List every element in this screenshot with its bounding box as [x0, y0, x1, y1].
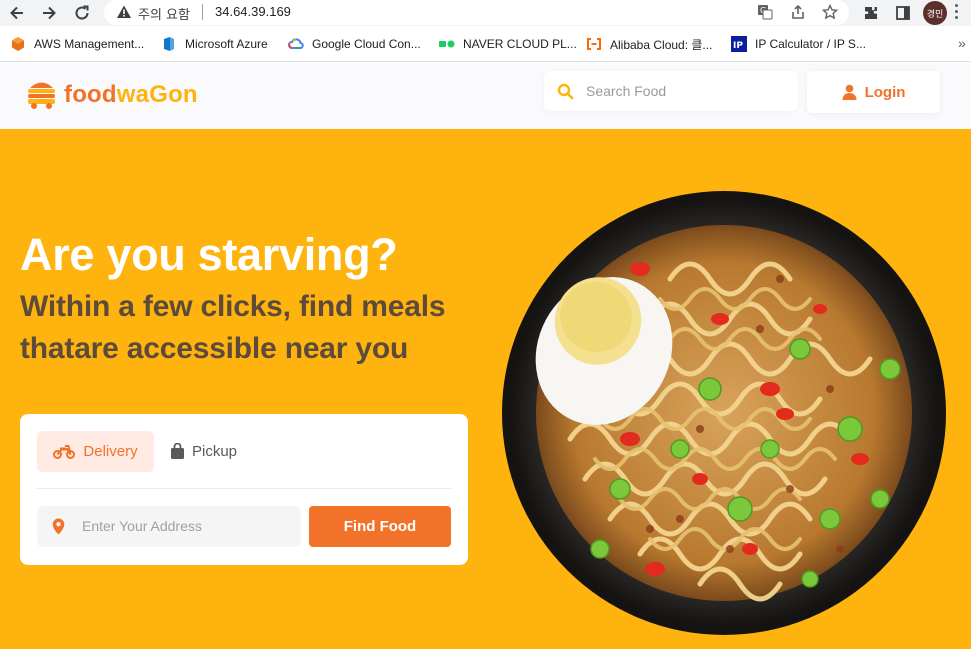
reload-button[interactable]	[70, 1, 94, 25]
ramen-bowl-image	[502, 191, 946, 635]
foodwagon-logo[interactable]: foodwaGon	[27, 79, 198, 111]
security-status-text[interactable]: 주의 요함	[138, 4, 190, 23]
bookmark-google-cloud[interactable]: Google Cloud Con...	[288, 36, 421, 52]
bookmark-ip-calculator[interactable]: IP IP Calculator / IP S...	[731, 36, 866, 52]
login-button[interactable]: Login	[807, 71, 940, 113]
tab-delivery[interactable]: Delivery	[37, 431, 154, 472]
bookmark-naver-cloud[interactable]: NAVER CLOUD PL...	[439, 36, 577, 52]
hero-title: Are you starving?	[20, 229, 398, 280]
reload-icon	[75, 5, 89, 20]
url-text[interactable]: 34.64.39.169	[215, 4, 291, 19]
location-pin-icon	[52, 518, 65, 540]
tab-delivery-label: Delivery	[83, 443, 138, 460]
ip-calculator-icon: IP	[731, 36, 747, 52]
bookmark-label: NAVER CLOUD PL...	[463, 37, 577, 51]
motorbike-icon	[53, 444, 76, 459]
bookmark-label: IP Calculator / IP S...	[755, 37, 866, 51]
side-panel-icon[interactable]	[892, 2, 914, 24]
bookmark-label: Microsoft Azure	[185, 37, 268, 51]
browser-toolbar: 주의 요함 34.64.39.169 G 경민	[0, 0, 971, 26]
bookmark-aws[interactable]: AWS Management...	[10, 36, 144, 52]
share-icon[interactable]	[789, 3, 807, 21]
address-input[interactable]: Enter Your Address	[37, 506, 301, 547]
logo-text-wagon: waGon	[116, 81, 198, 108]
login-label: Login	[864, 83, 906, 101]
address-placeholder: Enter Your Address	[82, 518, 202, 534]
kebab-menu-icon[interactable]	[955, 4, 959, 20]
alibaba-cloud-icon	[586, 36, 602, 52]
forward-button[interactable]	[37, 1, 61, 25]
logo-text-food: food	[64, 81, 117, 108]
aws-icon	[10, 36, 26, 52]
bookmark-alibaba-cloud[interactable]: Alibaba Cloud: 클...	[586, 36, 712, 52]
svg-text:IP: IP	[733, 41, 743, 51]
find-food-button[interactable]: Find Food	[309, 506, 451, 547]
site-header: foodwaGon Search Food Login	[0, 63, 971, 129]
search-placeholder: Search Food	[586, 83, 667, 99]
delivery-search-card: Delivery Pickup Enter Your Address Find …	[20, 414, 468, 565]
food-search-input[interactable]: Search Food	[544, 71, 798, 111]
translate-icon[interactable]: G	[756, 3, 774, 21]
bookmark-azure[interactable]: Microsoft Azure	[161, 36, 268, 52]
google-cloud-icon	[288, 36, 304, 52]
search-icon	[557, 83, 574, 105]
back-button[interactable]	[5, 1, 29, 25]
logo-text: foodwaGon	[64, 81, 198, 109]
back-arrow-icon	[10, 6, 23, 20]
hero-subtitle: Within a few clicks, find meals thatare …	[20, 290, 446, 365]
forward-arrow-icon	[43, 6, 56, 20]
hero-section: Are you starving? Within a few clicks, f…	[0, 129, 971, 649]
bookmarks-overflow-icon[interactable]: »	[958, 35, 966, 51]
profile-avatar[interactable]: 경민	[923, 1, 947, 25]
shopping-bag-icon	[171, 443, 184, 459]
extensions-puzzle-icon[interactable]	[860, 2, 882, 24]
tab-pickup[interactable]: Pickup	[170, 431, 237, 472]
naver-cloud-icon	[439, 36, 455, 52]
omnibox-separator	[202, 4, 203, 20]
azure-icon	[161, 36, 177, 52]
bookmarks-bar: AWS Management... Microsoft Azure Google…	[0, 26, 971, 62]
bookmark-label: Google Cloud Con...	[312, 37, 421, 51]
bookmark-star-icon[interactable]	[821, 3, 839, 21]
user-icon	[842, 84, 857, 100]
bookmark-label: Alibaba Cloud: 클...	[610, 37, 713, 52]
tab-pickup-label: Pickup	[192, 443, 238, 460]
bookmark-label: AWS Management...	[34, 37, 145, 51]
food-truck-icon	[28, 82, 55, 109]
warning-icon[interactable]	[116, 4, 132, 25]
card-divider	[37, 488, 451, 489]
address-bar[interactable]: 주의 요함 34.64.39.169 G	[104, 0, 849, 25]
